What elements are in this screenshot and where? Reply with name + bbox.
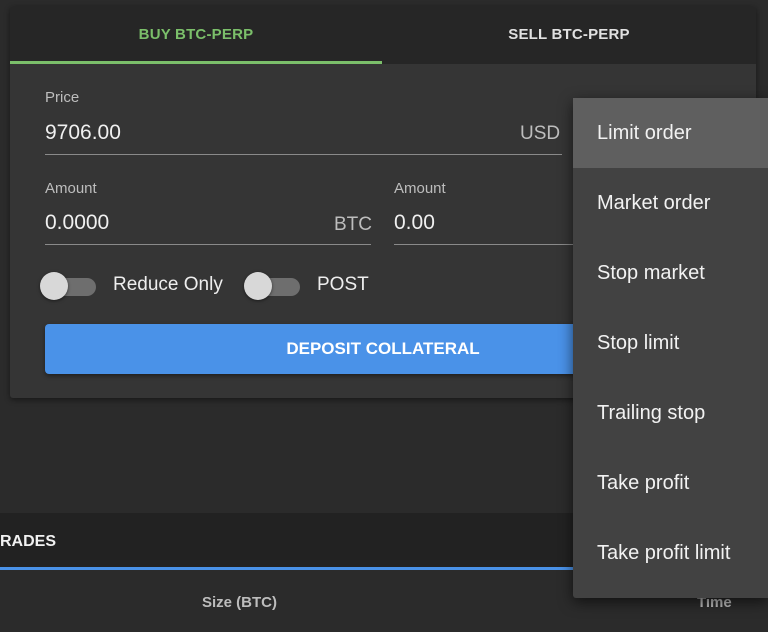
tab-trades[interactable]: T TRADES — [0, 513, 56, 570]
post-toggle[interactable] — [244, 270, 300, 300]
menu-item-trailing-stop[interactable]: Trailing stop — [573, 378, 768, 448]
amount-usd-underline — [394, 244, 594, 245]
menu-item-take-profit-limit[interactable]: Take profit limit — [573, 518, 768, 588]
price-label: Price — [45, 89, 80, 106]
price-underline — [45, 154, 562, 155]
menu-item-take-profit[interactable]: Take profit — [573, 448, 768, 518]
menu-item-stop-market[interactable]: Stop market — [573, 238, 768, 308]
order-side-tabs: BUY BTC-PERP SELL BTC-PERP — [10, 6, 756, 64]
post-label: POST — [317, 274, 369, 295]
menu-item-limit-order[interactable]: Limit order — [573, 98, 768, 168]
toggle-thumb — [244, 272, 272, 300]
amount-btc-label: Amount — [45, 180, 97, 197]
amount-btc-underline — [45, 244, 371, 245]
amount-btc-unit: BTC — [334, 214, 372, 235]
toggle-thumb — [40, 272, 68, 300]
reduce-only-toggle[interactable] — [40, 270, 96, 300]
column-header-size[interactable]: Size (BTC) — [202, 594, 277, 611]
active-tab-indicator — [10, 61, 382, 64]
price-input[interactable]: 9706.00 — [45, 121, 121, 145]
menu-item-market-order[interactable]: Market order — [573, 168, 768, 238]
reduce-only-label: Reduce Only — [113, 274, 223, 295]
amount-usd-input[interactable]: 0.00 — [394, 211, 435, 235]
order-type-dropdown: Limit order Market order Stop market Sto… — [573, 98, 768, 598]
menu-item-stop-limit[interactable]: Stop limit — [573, 308, 768, 378]
tab-sell[interactable]: SELL BTC-PERP — [382, 6, 756, 64]
trades-tab-indicator — [0, 567, 600, 570]
amount-usd-label: Amount — [394, 180, 446, 197]
tab-buy[interactable]: BUY BTC-PERP — [10, 6, 382, 64]
price-unit: USD — [520, 123, 561, 144]
amount-btc-input[interactable]: 0.0000 — [45, 211, 109, 235]
